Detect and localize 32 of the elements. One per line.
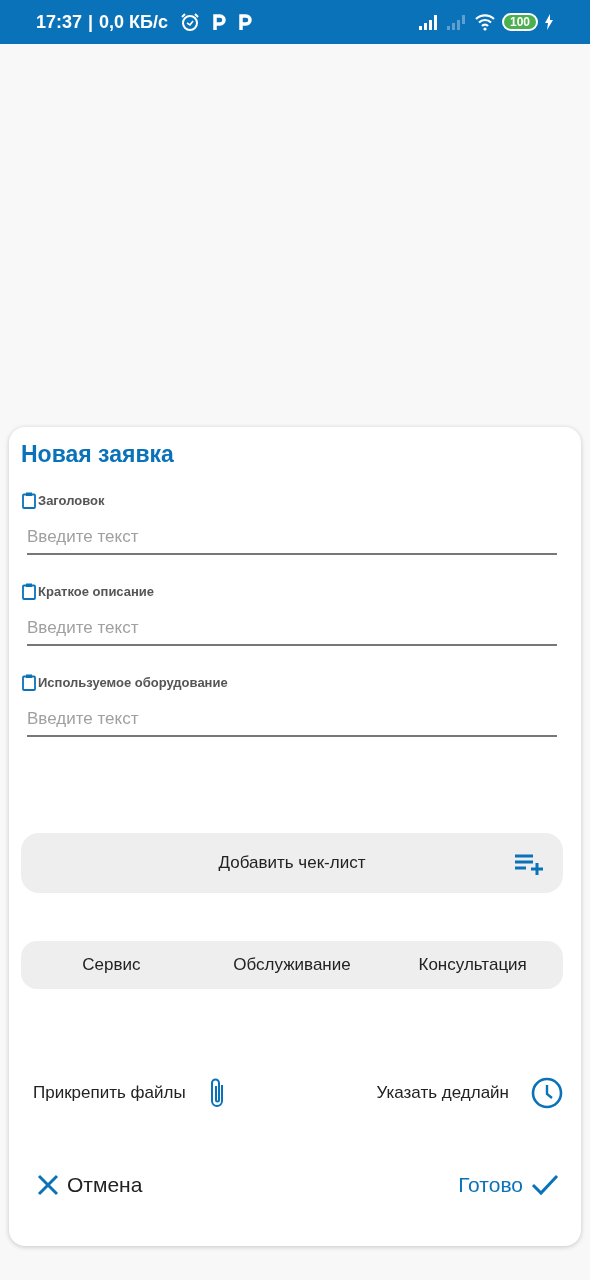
cancel-button[interactable]: Отмена <box>37 1173 143 1197</box>
clock-icon[interactable] <box>531 1077 563 1109</box>
text-input-field[interactable]: Введите текст <box>27 705 557 737</box>
parking-icon <box>238 13 253 31</box>
checkmark-icon <box>531 1174 559 1196</box>
field-label: Заголовок <box>38 493 105 508</box>
field-label: Используемое оборудование <box>38 675 228 690</box>
text-input-field[interactable]: Введите текст <box>27 614 557 646</box>
alarm-icon <box>180 12 201 32</box>
category-option[interactable]: Консультация <box>382 941 563 989</box>
battery-indicator: 100 <box>501 13 538 31</box>
category-option[interactable]: Сервис <box>21 941 202 989</box>
attach-files-label[interactable]: Прикрепить файлы <box>33 1083 186 1103</box>
network-speed: 0,0 КБ/с <box>99 11 169 33</box>
parking-icon <box>212 13 227 31</box>
text-input-field[interactable]: Введите текст <box>27 523 557 555</box>
clipboard-icon <box>22 583 36 600</box>
done-button[interactable]: Готово <box>458 1173 559 1197</box>
status-separator: | <box>88 11 94 33</box>
dialog-title: Новая заявка <box>21 441 175 468</box>
clipboard-icon <box>22 674 36 691</box>
status-time: 17:37 <box>36 11 83 33</box>
clipboard-icon <box>22 492 36 509</box>
set-deadline-label[interactable]: Указать дедлайн <box>376 1083 509 1103</box>
close-icon <box>37 1174 59 1196</box>
field-label: Краткое описание <box>38 584 155 599</box>
add-checklist-button[interactable]: Добавить чек-лист <box>21 833 563 893</box>
signal-icon <box>417 14 440 30</box>
signal-icon <box>445 14 468 30</box>
charging-icon <box>544 14 554 30</box>
category-option[interactable]: Обслуживание <box>201 941 383 989</box>
wifi-icon <box>473 13 496 31</box>
